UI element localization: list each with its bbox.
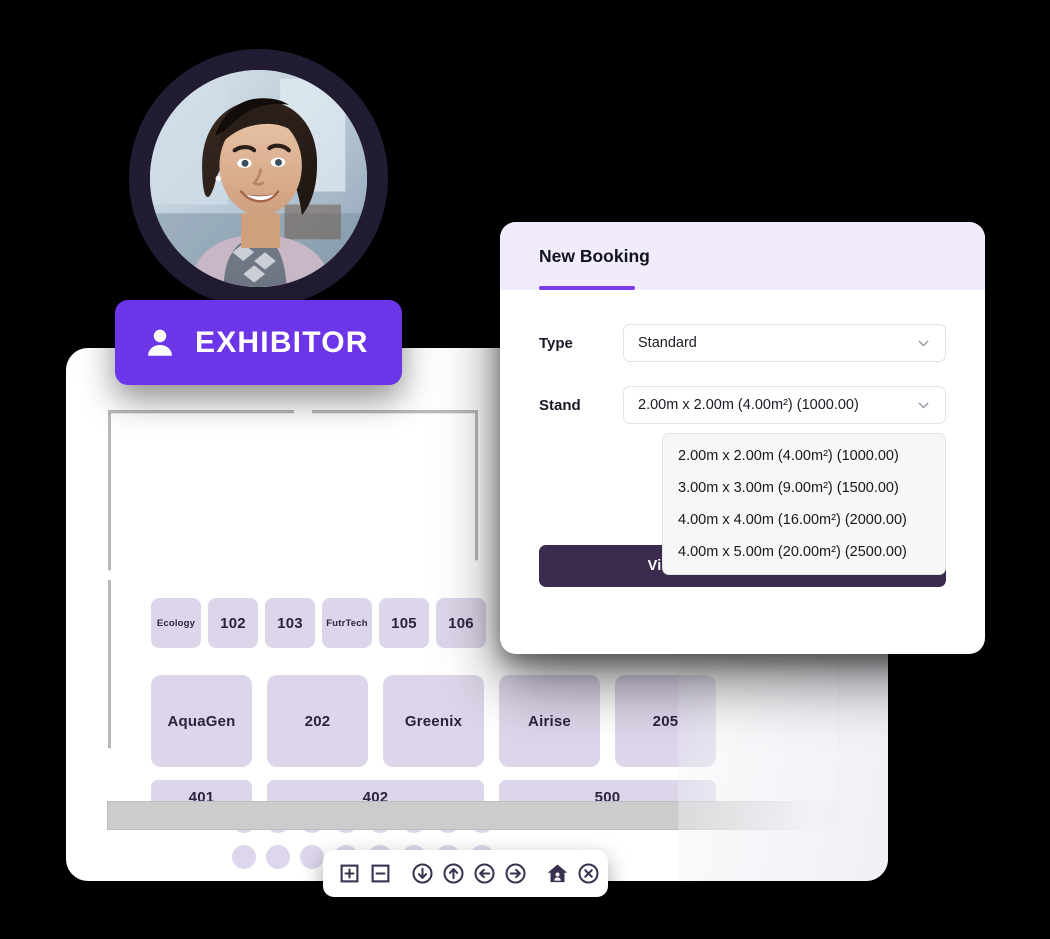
stand-tile[interactable]: 105: [379, 598, 429, 648]
type-select[interactable]: Standard: [623, 324, 946, 362]
stand-option[interactable]: 4.00m x 4.00m (16.00m²) (2000.00): [663, 504, 945, 536]
seat-dot: [300, 845, 324, 869]
zoom-in-icon[interactable]: [337, 862, 361, 886]
chevron-down-icon: [915, 397, 932, 414]
stand-option[interactable]: 2.00m x 2.00m (4.00m²) (1000.00): [663, 440, 945, 472]
arrow-right-circle-icon[interactable]: [503, 862, 527, 886]
wall-left-upper: [108, 410, 111, 570]
stand-tile[interactable]: 103: [265, 598, 315, 648]
panel-header: New Booking: [500, 222, 985, 290]
home-icon[interactable]: [545, 862, 569, 886]
arrow-down-circle-icon[interactable]: [410, 862, 434, 886]
wall-right-mid: [838, 638, 841, 750]
stand-select-value: 2.00m x 2.00m (4.00m²) (1000.00): [638, 397, 859, 413]
stand-select[interactable]: 2.00m x 2.00m (4.00m²) (1000.00): [623, 386, 946, 424]
screenshot-stage: Ecology 102 103 FutrTech 105 106 AquaGen…: [0, 0, 1050, 939]
stand-tile[interactable]: AquaGen: [151, 675, 252, 767]
panel-body: Type Standard Stand 2.00m x 2.00m (4.00m…: [500, 290, 985, 587]
avatar-photo: [150, 70, 367, 287]
exhibitor-badge-label: EXHIBITOR: [195, 325, 369, 359]
type-label: Type: [539, 334, 573, 352]
exhibitor-badge: EXHIBITOR: [115, 300, 402, 385]
stand-tile[interactable]: Ecology: [151, 598, 201, 648]
floor-plan-toolbar: [323, 850, 608, 897]
stand-option[interactable]: 4.00m x 5.00m (20.00m²) (2500.00): [663, 536, 945, 568]
stand-tile[interactable]: 202: [267, 675, 368, 767]
stand-tile[interactable]: 102: [208, 598, 258, 648]
wall-top-right: [312, 410, 478, 413]
wall-top-left: [108, 410, 294, 413]
stand-label: Stand: [539, 396, 581, 414]
seat-dot: [266, 845, 290, 869]
wall-right-upper: [475, 410, 478, 560]
person-icon: [143, 326, 177, 360]
stand-tile[interactable]: Greenix: [383, 675, 484, 767]
horizontal-scrollbar[interactable]: [107, 801, 841, 830]
new-booking-panel: New Booking Type Standard Stand 2.00m x …: [500, 222, 985, 654]
panel-title: New Booking: [539, 245, 650, 266]
wall-left-lower: [108, 580, 111, 748]
stand-tile[interactable]: 106: [436, 598, 486, 648]
chevron-down-icon: [915, 335, 932, 352]
active-tab-underline: [539, 286, 635, 290]
type-select-value: Standard: [638, 335, 697, 351]
close-circle-icon[interactable]: [576, 862, 600, 886]
stand-field-row: Stand 2.00m x 2.00m (4.00m²) (1000.00) 2…: [539, 386, 946, 575]
stand-options-list[interactable]: 2.00m x 2.00m (4.00m²) (1000.00) 3.00m x…: [662, 433, 946, 575]
zoom-out-icon[interactable]: [368, 862, 392, 886]
stand-option[interactable]: 3.00m x 3.00m (9.00m²) (1500.00): [663, 472, 945, 504]
type-field-row: Type Standard: [539, 324, 946, 362]
avatar: [129, 49, 388, 308]
stand-tile[interactable]: Airise: [499, 675, 600, 767]
stand-tile[interactable]: FutrTech: [322, 598, 372, 648]
seat-dot: [232, 845, 256, 869]
arrow-left-circle-icon[interactable]: [472, 862, 496, 886]
stand-tile[interactable]: 205: [615, 675, 716, 767]
arrow-up-circle-icon[interactable]: [441, 862, 465, 886]
